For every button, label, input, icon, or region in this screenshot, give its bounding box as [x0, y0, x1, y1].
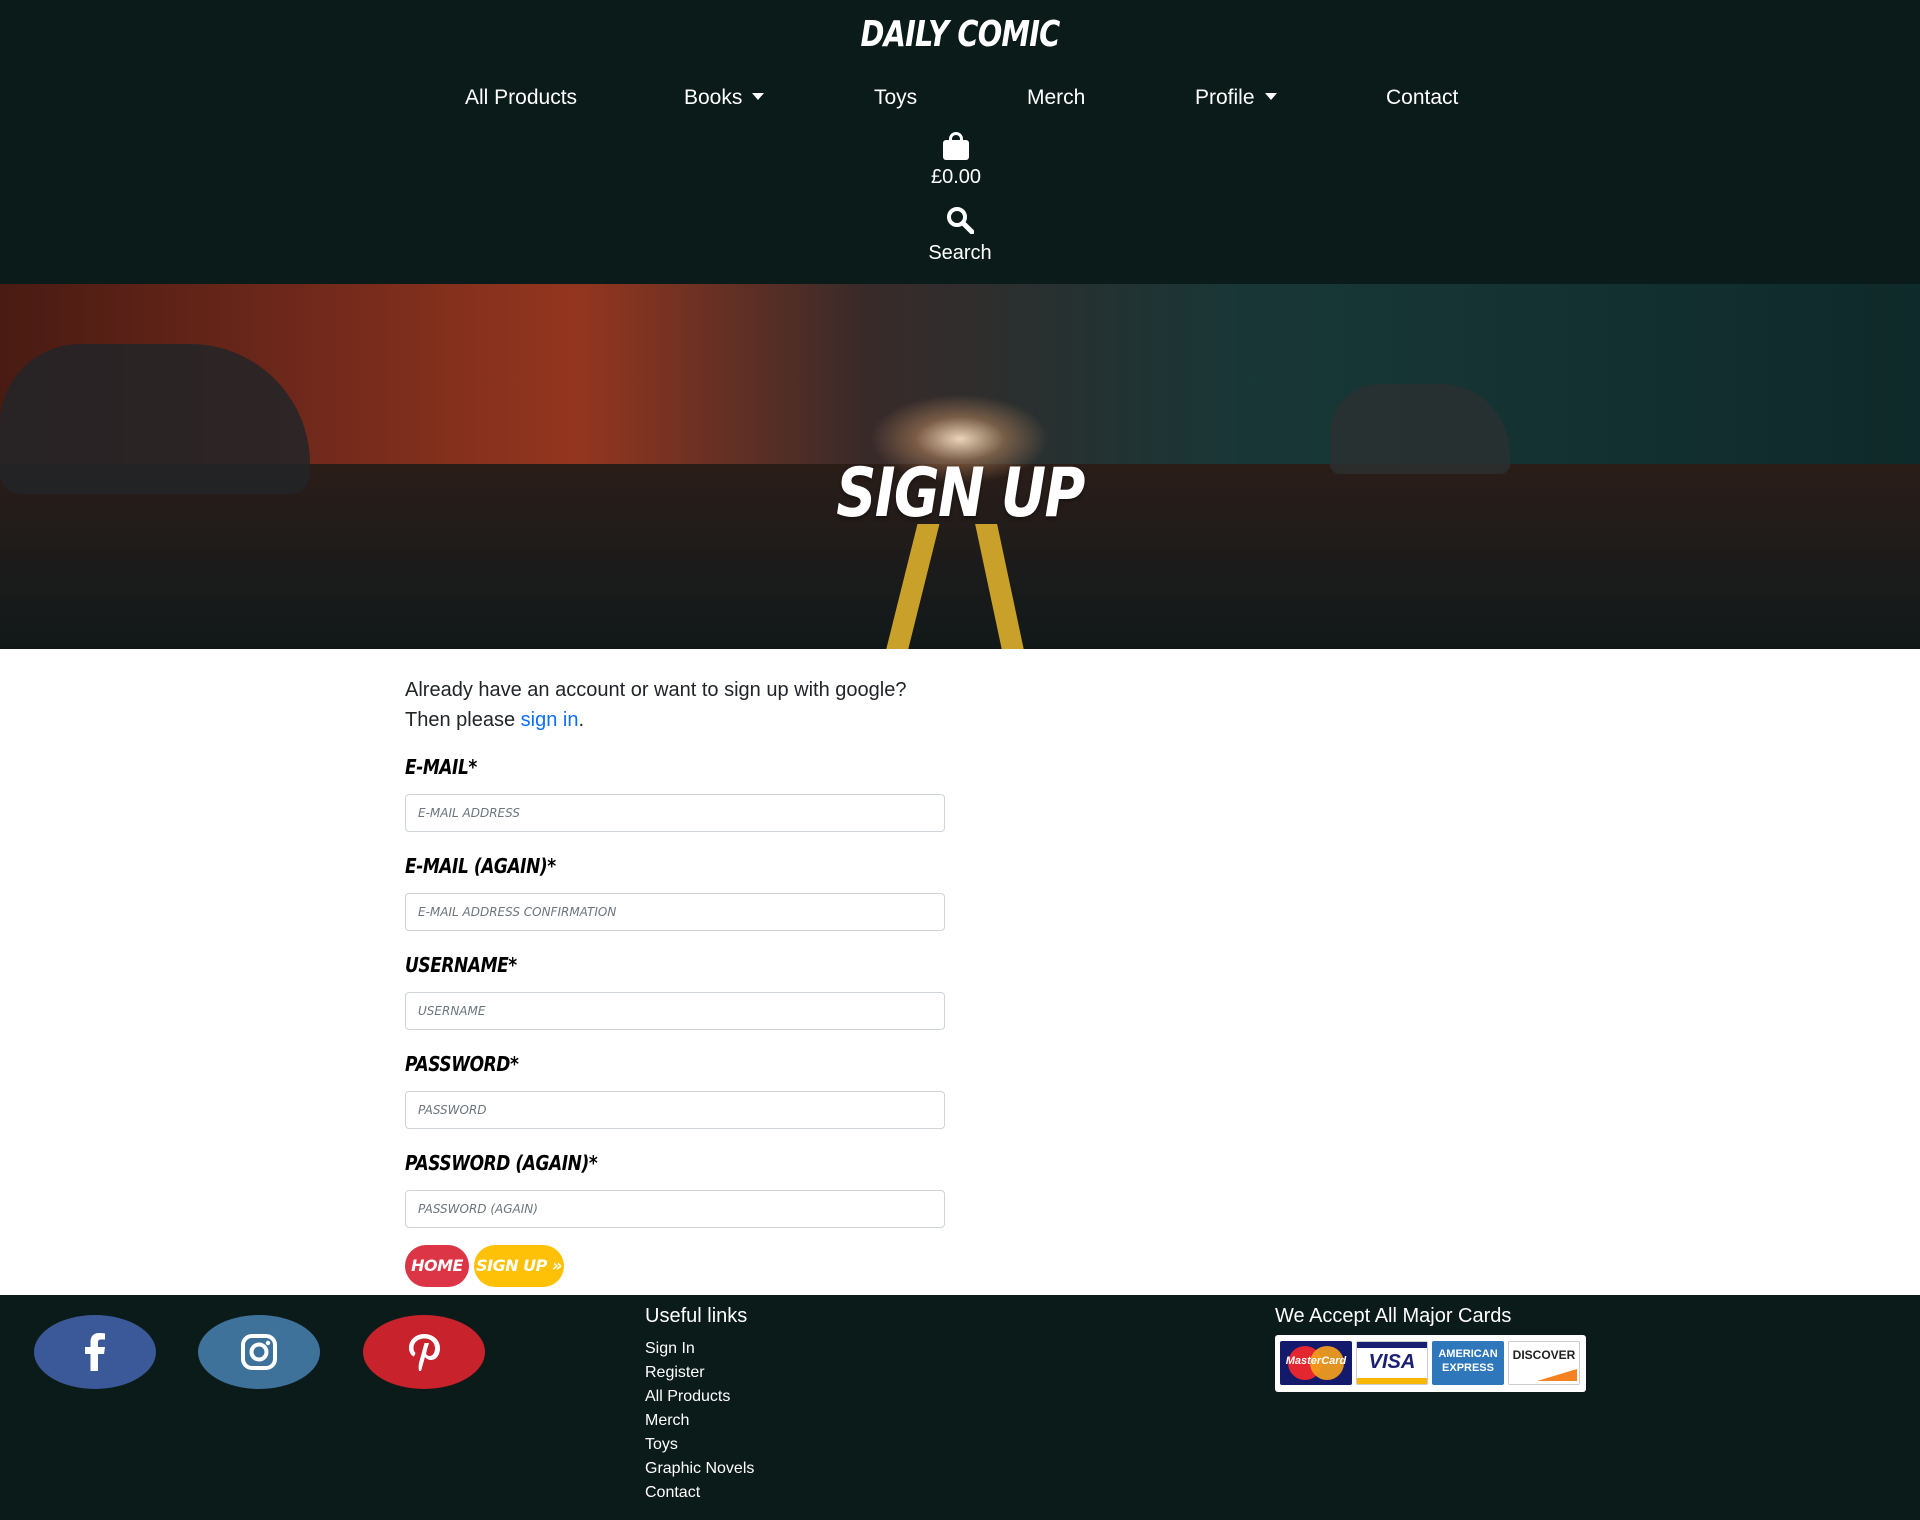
hero-banner: SIGN UP: [0, 284, 1920, 649]
facebook-button[interactable]: [34, 1315, 156, 1389]
instagram-button[interactable]: [198, 1315, 320, 1389]
chevron-down-icon: [752, 92, 765, 100]
username-field[interactable]: [405, 992, 945, 1030]
password-label: PASSWORD*: [405, 1052, 519, 1076]
sign-in-link[interactable]: sign in: [521, 709, 579, 731]
brand-logo[interactable]: DAILY COMIC: [192, 14, 1728, 55]
username-label: USERNAME*: [405, 953, 517, 977]
nav-merch[interactable]: Merch: [1027, 86, 1085, 110]
pinterest-button[interactable]: [363, 1315, 485, 1389]
nav-profile[interactable]: Profile: [1195, 86, 1277, 110]
nav-label: All Products: [465, 86, 578, 109]
discover-label: DISCOVER: [1512, 1348, 1576, 1362]
mastercard-icon: MasterCard: [1280, 1341, 1352, 1385]
useful-links-heading: Useful links: [645, 1305, 748, 1327]
footer-link-toys[interactable]: Toys: [645, 1433, 754, 1457]
site-header: DAILY COMIC All Products Books Toys Merc…: [0, 0, 1920, 284]
nav-contact[interactable]: Contact: [1386, 86, 1458, 110]
page-title: SIGN UP: [836, 454, 1085, 533]
password-field[interactable]: [405, 1091, 945, 1129]
nav-all-products[interactable]: All Products: [465, 86, 577, 110]
visa-icon: VISA: [1356, 1341, 1428, 1385]
useful-links-list: Sign In Register All Products Merch Toys…: [645, 1337, 754, 1505]
footer-link-merch[interactable]: Merch: [645, 1409, 754, 1433]
visa-label: VISA: [1368, 1351, 1416, 1373]
password-again-field[interactable]: [405, 1190, 945, 1228]
footer-link-graphic-novels[interactable]: Graphic Novels: [645, 1457, 754, 1481]
nav-label: Contact: [1386, 86, 1459, 109]
footer-link-register[interactable]: Register: [645, 1361, 754, 1385]
email-label: E-MAIL*: [405, 755, 477, 779]
facebook-icon: [85, 1333, 105, 1371]
search-label: Search: [928, 242, 992, 264]
signup-intro: Already have an account or want to sign …: [405, 675, 1005, 735]
intro-line-2: Then please sign in.: [405, 705, 1005, 735]
pinterest-icon: [409, 1334, 440, 1371]
payment-cards: MasterCard VISA AMERICAN EXPRESS DISCOVE…: [1275, 1335, 1586, 1392]
footer-link-contact[interactable]: Contact: [645, 1481, 754, 1505]
amex-label: AMERICAN EXPRESS: [1438, 1348, 1498, 1374]
instagram-icon: [241, 1334, 277, 1370]
intro-line-1: Already have an account or want to sign …: [405, 679, 907, 701]
shopping-bag-icon-body: [943, 140, 969, 160]
nav-toys[interactable]: Toys: [874, 86, 917, 110]
nav-books[interactable]: Books: [684, 86, 765, 110]
intro-line-2-suffix: .: [578, 709, 585, 731]
email-again-label: E-MAIL (AGAIN)*: [405, 854, 556, 878]
footer-link-sign-in[interactable]: Sign In: [645, 1337, 754, 1361]
password-again-label: PASSWORD (AGAIN)*: [405, 1151, 598, 1175]
nav-label: Profile: [1195, 86, 1255, 109]
main-nav: All Products Books Toys Merch Profile Co…: [0, 86, 1920, 122]
email-again-field[interactable]: [405, 893, 945, 931]
cart-total[interactable]: £0.00: [900, 166, 1012, 189]
site-footer: Useful links Sign In Register All Produc…: [0, 1295, 1920, 1520]
nav-label: Books: [684, 86, 743, 109]
sign-up-button[interactable]: SIGN UP »: [474, 1245, 564, 1287]
footer-link-all-products[interactable]: All Products: [645, 1385, 754, 1409]
search-icon: [947, 207, 974, 234]
chevron-down-icon: [1264, 92, 1277, 100]
amex-icon: AMERICAN EXPRESS: [1432, 1341, 1504, 1385]
cards-heading: We Accept All Major Cards: [1275, 1305, 1512, 1327]
discover-icon: DISCOVER: [1508, 1341, 1580, 1385]
nav-label: Toys: [874, 86, 918, 109]
mastercard-label: MasterCard: [1285, 1355, 1347, 1367]
email-field[interactable]: [405, 794, 945, 832]
intro-line-2-prefix: Then please: [405, 709, 521, 731]
nav-label: Merch: [1027, 86, 1086, 109]
home-button[interactable]: HOME: [405, 1245, 469, 1287]
